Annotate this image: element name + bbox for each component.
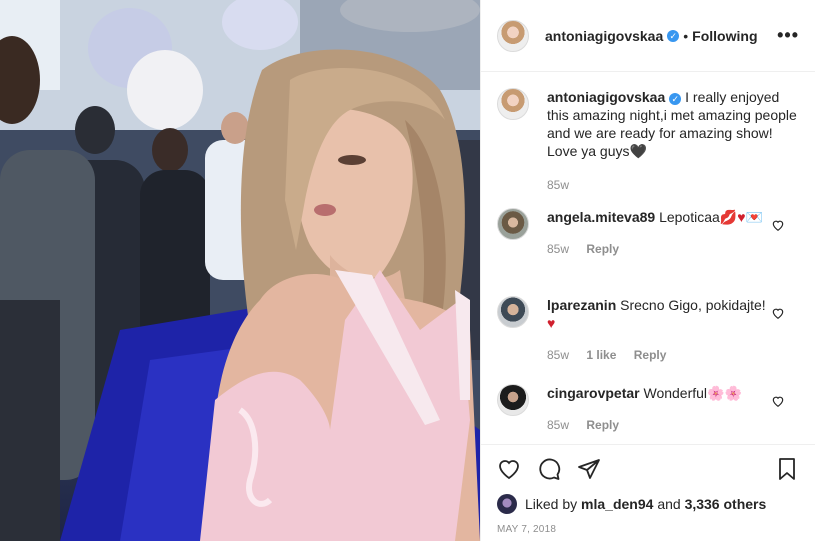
reply-button[interactable]: Reply (634, 348, 667, 362)
share-icon[interactable] (577, 457, 601, 481)
photo-illustration (0, 0, 480, 541)
more-options-icon[interactable]: ••• (777, 25, 799, 46)
post-photo[interactable] (0, 0, 480, 541)
comment-likes[interactable]: 1 like (586, 348, 616, 362)
post-actions: Liked by mla_den94 and 3,336 others MAY … (481, 444, 815, 535)
following-button[interactable]: Following (692, 28, 757, 44)
comment-emojis: ♥ (547, 315, 556, 331)
bookmark-icon[interactable] (775, 457, 799, 481)
comment-emojis: 💋♥💌 (719, 209, 763, 225)
comment-text: Srecno Gigo, pokidajte! (620, 297, 766, 313)
comment-text: Lepoticaa (659, 209, 720, 225)
comment-time[interactable]: 85w (547, 348, 569, 362)
liker-avatar[interactable] (497, 494, 517, 514)
post-header: antoniagigovskaa ✓ • Following ••• (481, 0, 815, 72)
likes-count[interactable]: 3,336 others (685, 496, 767, 512)
post-modal: antoniagigovskaa ✓ • Following ••• anton… (0, 0, 815, 541)
post-date[interactable]: MAY 7, 2018 (497, 524, 799, 535)
caption-time[interactable]: 85w (547, 178, 569, 192)
comment-icon[interactable] (537, 457, 561, 481)
caption-username[interactable]: antoniagigovskaa (547, 89, 665, 105)
comment-time[interactable]: 85w (547, 418, 569, 432)
comment-avatar[interactable] (497, 208, 529, 240)
reply-button[interactable]: Reply (586, 418, 619, 432)
liked-by-prefix: Liked by (525, 496, 578, 512)
likes-summary: Liked by mla_den94 and 3,336 others (497, 493, 799, 515)
comment-text: Wonderful (643, 385, 708, 401)
comment-username[interactable]: lparezanin (547, 297, 616, 313)
comment-emojis: 🌸🌸 (707, 385, 742, 401)
liker-username[interactable]: mla_den94 (581, 496, 653, 512)
heart-icon[interactable] (497, 457, 521, 481)
comment-username[interactable]: angela.miteva89 (547, 209, 655, 225)
comments-list[interactable]: antoniagigovskaa ✓ I really enjoyed this … (481, 72, 815, 444)
liked-by-conj: and (657, 496, 681, 512)
caption-avatar[interactable] (497, 88, 529, 120)
comment-item: lparezanin Srecno Gigo, pokidajte!♥ 85w … (497, 296, 799, 370)
caption-text-line2: Love ya guys (547, 143, 630, 159)
post-side-panel: antoniagigovskaa ✓ • Following ••• anton… (480, 0, 815, 541)
author-username[interactable]: antoniagigovskaa (545, 28, 663, 44)
like-comment-heart-icon[interactable] (771, 306, 785, 320)
comment-item: angela.miteva89 Lepoticaa💋♥💌 85w Reply (497, 208, 799, 282)
comment-item: cingarovpetar Wonderful🌸🌸 85w Reply (497, 384, 799, 444)
verified-badge-icon: ✓ (667, 29, 680, 42)
black-heart-emoji: 🖤 (629, 143, 647, 159)
comment-avatar[interactable] (497, 384, 529, 416)
verified-badge-icon: ✓ (669, 93, 682, 105)
separator-dot: • (683, 27, 689, 44)
like-comment-heart-icon[interactable] (771, 394, 785, 408)
comment-avatar[interactable] (497, 296, 529, 328)
comment-username[interactable]: cingarovpetar (547, 385, 640, 401)
caption: antoniagigovskaa ✓ I really enjoyed this … (497, 88, 799, 194)
comment-time[interactable]: 85w (547, 242, 569, 256)
like-comment-heart-icon[interactable] (771, 218, 785, 232)
reply-button[interactable]: Reply (586, 242, 619, 256)
author-avatar[interactable] (497, 19, 529, 52)
